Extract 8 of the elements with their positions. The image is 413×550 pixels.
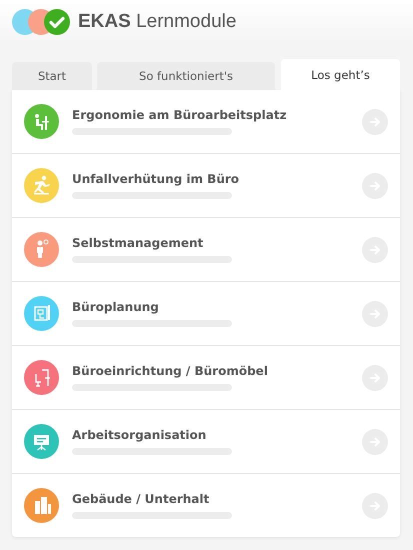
app-title: EKAS Lernmodule (78, 11, 236, 33)
module-title: Büroeinrichtung / Büromöbel (72, 364, 269, 378)
module-title: Selbstmanagement (72, 236, 204, 250)
module-title: Arbeitsorganisation (72, 428, 208, 442)
module-title: Ergonomie am Büroarbeitsplatz (72, 108, 288, 122)
module-title: Gebäude / Unterhalt (72, 492, 210, 506)
module-title: Büroplanung (72, 300, 160, 314)
module-title: Unfallverhütung im Büro (72, 172, 240, 186)
